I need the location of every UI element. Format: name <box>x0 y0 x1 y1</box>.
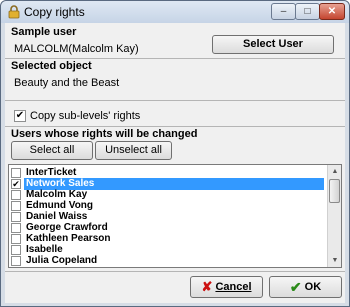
item-checkbox[interactable] <box>11 245 21 255</box>
window-title: Copy rights <box>24 5 85 19</box>
maximize-button[interactable]: □ <box>295 3 320 20</box>
sample-user-value: MALCOLM(Malcolm Kay) <box>14 43 139 55</box>
users-heading: Users whose rights will be changed <box>11 128 198 140</box>
item-checkbox[interactable] <box>11 212 21 222</box>
selected-object-value: Beauty and the Beast <box>14 77 120 89</box>
scroll-thumb[interactable] <box>329 179 340 203</box>
minimize-button[interactable]: – <box>271 3 296 20</box>
item-checkbox[interactable] <box>11 201 21 211</box>
selected-object-heading: Selected object <box>11 60 92 72</box>
item-label: Julia Copeland <box>26 255 98 266</box>
dialog-body: Sample user MALCOLM(Malcolm Kay) Select … <box>5 23 345 303</box>
cancel-button[interactable]: ✘ Cancel <box>190 276 263 298</box>
select-all-button[interactable]: Select all <box>11 141 93 160</box>
list-scrollbar[interactable]: ▲ ▼ <box>327 165 341 267</box>
item-checkbox[interactable] <box>11 223 21 233</box>
close-button[interactable]: ✕ <box>319 3 345 20</box>
divider <box>5 100 345 101</box>
ok-label: OK <box>304 281 322 293</box>
ok-button[interactable]: ✔ OK <box>269 276 342 298</box>
select-user-button[interactable]: Select User <box>212 35 334 54</box>
divider <box>5 58 345 59</box>
list-item[interactable]: Julia Copeland <box>9 255 327 267</box>
sample-user-heading: Sample user <box>11 26 77 38</box>
title-bar[interactable]: Copy rights – □ ✕ <box>1 1 349 23</box>
item-checkbox[interactable] <box>11 190 21 200</box>
divider <box>5 271 345 272</box>
item-checkbox[interactable] <box>11 234 21 244</box>
item-checkbox[interactable] <box>11 256 21 266</box>
divider <box>5 126 345 127</box>
users-list[interactable]: InterTicket ✔ Network Sales Malcolm Kay … <box>8 164 342 268</box>
lock-icon <box>8 5 20 19</box>
item-checkbox[interactable]: ✔ <box>11 179 21 189</box>
cancel-label: Cancel <box>215 281 252 293</box>
copy-sublevels-label[interactable]: Copy sub-levels' rights <box>30 110 140 122</box>
scroll-down-arrow-icon[interactable]: ▼ <box>328 254 341 267</box>
copy-sublevels-checkbox[interactable]: ✔ <box>14 110 26 122</box>
scroll-up-arrow-icon[interactable]: ▲ <box>328 165 341 178</box>
check-mark-icon: ✔ <box>289 279 302 296</box>
item-checkbox[interactable] <box>11 168 21 178</box>
copy-rights-window: Copy rights – □ ✕ Sample user MALCOLM(Ma… <box>0 0 350 307</box>
x-mark-icon: ✘ <box>201 279 213 295</box>
unselect-all-button[interactable]: Unselect all <box>95 141 172 160</box>
